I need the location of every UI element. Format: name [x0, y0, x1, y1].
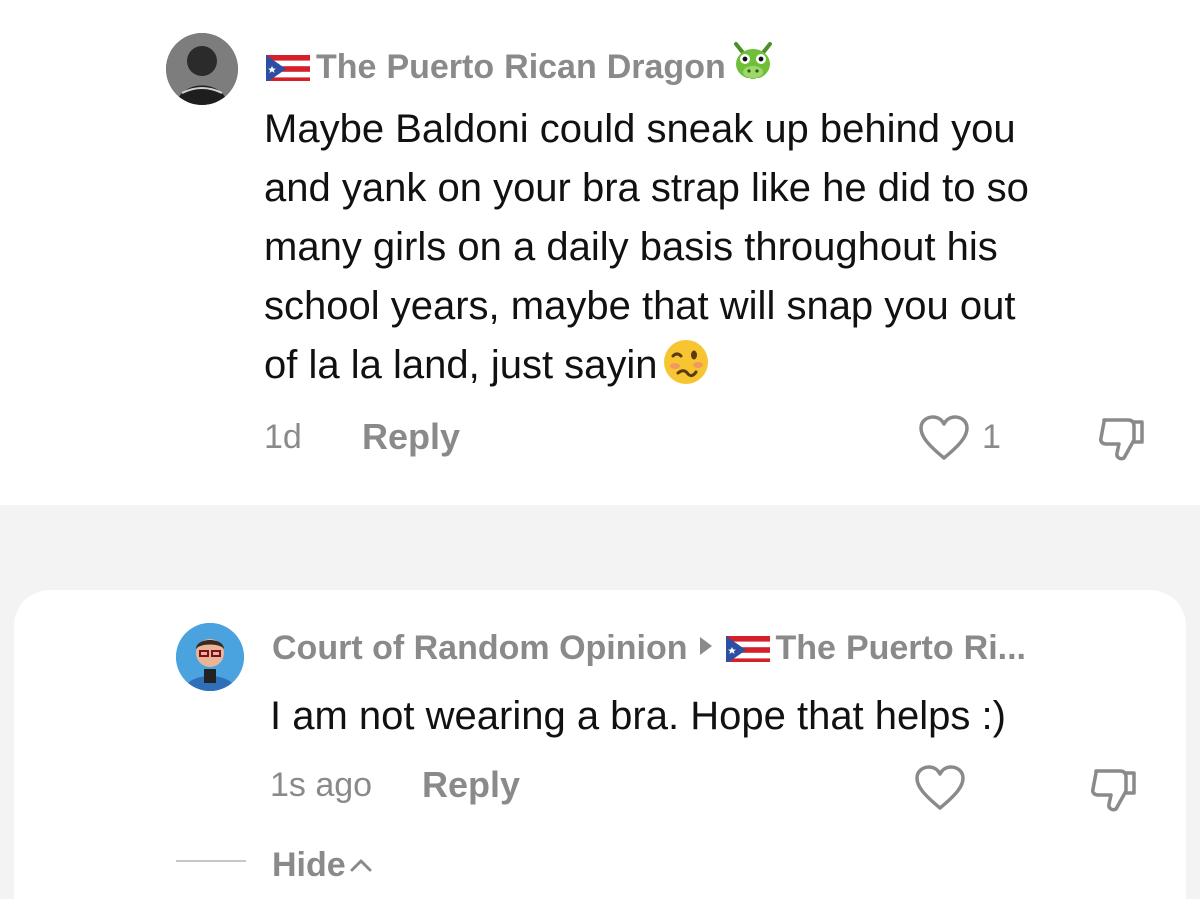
puerto-rico-flag-icon: [725, 634, 770, 662]
comment-username[interactable]: The Puerto Rican Dragon: [266, 40, 776, 95]
like-count: 1: [982, 418, 1001, 456]
reply-text: I am not wearing a bra. Hope that helps …: [270, 694, 1006, 738]
hide-replies-button[interactable]: Hide: [272, 842, 372, 885]
puerto-rico-flag-icon: [266, 53, 310, 81]
reply-reply-button[interactable]: Reply: [422, 764, 520, 806]
dragon-face-icon: [730, 40, 776, 95]
comment-item: The Puerto Rican Dragon Maybe Baldoni could…: [0, 0, 1200, 505]
reply-avatar[interactable]: [176, 623, 244, 691]
reply-button[interactable]: Reply: [362, 416, 460, 458]
reply-author[interactable]: Court of Random Opinion: [272, 629, 688, 667]
comment-text: Maybe Baldoni could sneak up behind you …: [264, 100, 1184, 403]
thumbs-down-icon[interactable]: [1088, 765, 1140, 820]
chevron-up-icon: [350, 842, 372, 881]
reply-timestamp: 1s ago: [270, 766, 373, 804]
thread-divider: [176, 860, 246, 862]
reply-header: Court of Random Opinion The Puerto Ri...: [272, 629, 1026, 668]
thumbs-down-icon[interactable]: [1096, 414, 1148, 469]
replied-to-username[interactable]: The Puerto Ri...: [776, 629, 1026, 667]
woozy-face-icon: [662, 338, 710, 403]
heart-icon[interactable]: [917, 414, 971, 467]
avatar[interactable]: [166, 33, 238, 105]
heart-icon[interactable]: [913, 764, 967, 817]
reply-arrow-icon: [699, 637, 712, 655]
comment-timestamp: 1d: [264, 418, 302, 456]
comments-screen: The Puerto Rican Dragon Maybe Baldoni could…: [0, 0, 1200, 899]
